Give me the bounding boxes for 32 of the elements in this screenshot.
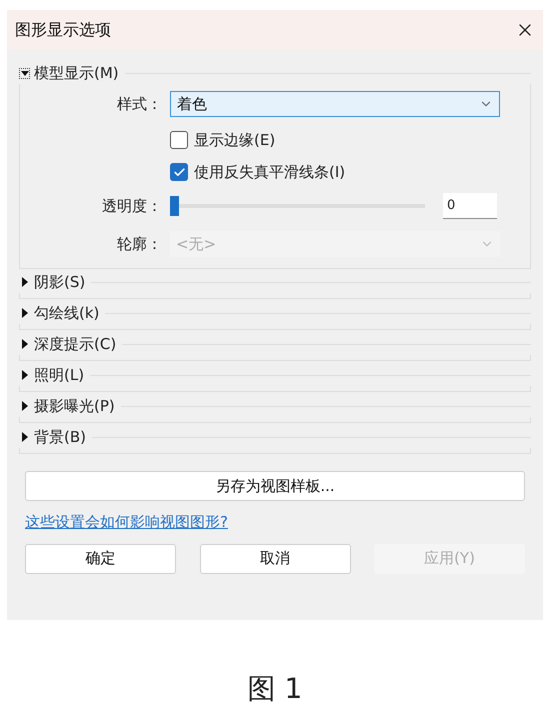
checkbox-label: 使用反失真平滑线条(I) <box>194 162 346 183</box>
expand-arrow-icon[interactable] <box>22 339 28 349</box>
window-title: 图形显示选项 <box>15 19 111 41</box>
field-label: 轮廓： <box>117 234 162 255</box>
help-link[interactable]: 这些设置会如何影响视图图形? <box>25 511 228 534</box>
section-header[interactable]: 深度提示(C) <box>34 332 116 356</box>
expand-arrow-icon[interactable] <box>22 432 28 442</box>
checkbox[interactable] <box>170 163 188 181</box>
expand-arrow-icon[interactable] <box>22 370 28 380</box>
style-dropdown[interactable]: 着色 <box>170 91 500 117</box>
section-header[interactable]: 模型显示(M) <box>34 62 119 84</box>
slider-thumb[interactable] <box>170 196 179 216</box>
expand-arrow-icon[interactable] <box>22 277 28 287</box>
checkbox[interactable] <box>170 131 188 149</box>
section-header[interactable]: 背景(B) <box>34 426 86 448</box>
collapse-toggle-icon[interactable] <box>19 68 30 78</box>
figure-caption: 图 1 <box>248 671 302 707</box>
expand-arrow-icon[interactable] <box>22 308 28 318</box>
section-header[interactable]: 摄影曝光(P) <box>34 394 115 418</box>
save-template-button[interactable]: 另存为视图样板... <box>25 471 525 501</box>
section-header[interactable]: 照明(L) <box>34 364 84 386</box>
expand-arrow-icon[interactable] <box>22 401 28 411</box>
slider-track[interactable] <box>170 196 425 216</box>
field-label: 样式： <box>117 94 162 115</box>
check-icon <box>172 166 186 178</box>
checkbox-label: 显示边缘(E) <box>194 130 276 151</box>
field-label: 透明度： <box>102 196 162 217</box>
section-header[interactable]: 勾绘线(k) <box>34 302 100 324</box>
dialog-button[interactable]: 确定 <box>25 544 176 574</box>
value-field[interactable]: 0 <box>443 193 497 219</box>
section-header[interactable]: 阴影(S) <box>34 270 86 294</box>
dialog-button[interactable]: 取消 <box>200 544 350 574</box>
